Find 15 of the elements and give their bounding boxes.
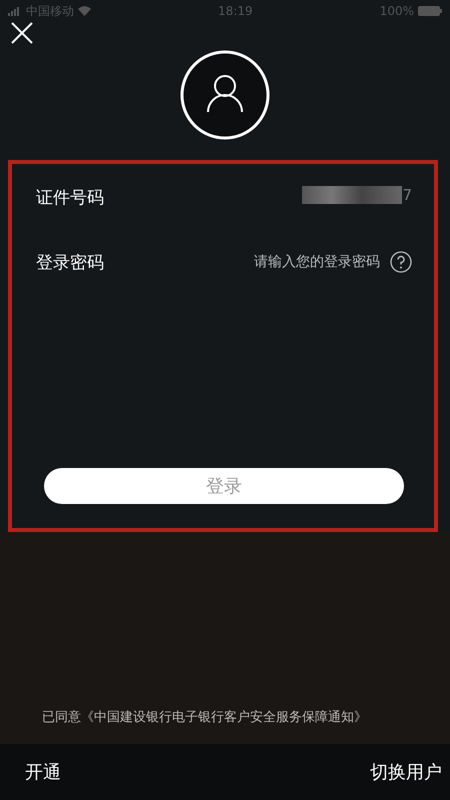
switch-user-link[interactable]: 切换用户 (370, 760, 442, 784)
clock: 18:19 (218, 4, 253, 18)
battery-icon (418, 6, 442, 16)
carrier: 中国移动 (26, 2, 74, 20)
help-icon[interactable] (390, 251, 412, 273)
password-field[interactable]: 请输入您的登录密码 (254, 253, 380, 271)
battery-level: 100% (380, 4, 414, 18)
field-label: 登录密码 (36, 252, 104, 274)
close-icon[interactable] (11, 22, 33, 44)
open-link[interactable]: 开通 (25, 760, 61, 784)
signal-icon (8, 6, 22, 16)
wifi-icon (78, 6, 91, 16)
field-value: 7 (402, 186, 412, 204)
avatar-icon (180, 50, 270, 140)
field-label: 证件号码 (36, 187, 104, 209)
